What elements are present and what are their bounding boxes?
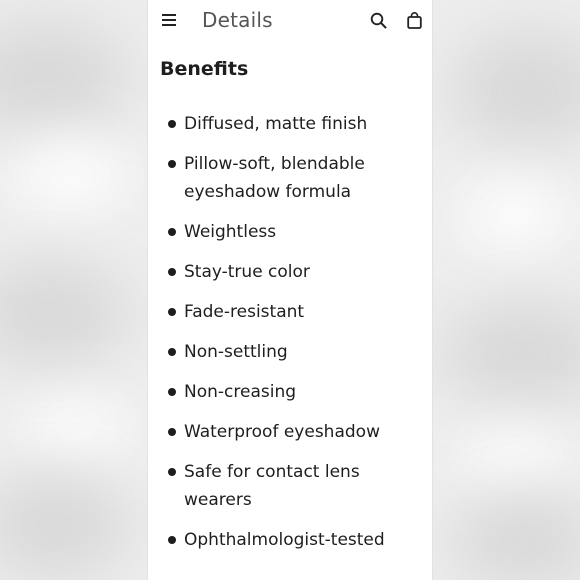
list-item: Weightless: [164, 218, 424, 246]
bullet-icon: [168, 228, 176, 236]
list-item-label: Diffused, matte finish: [184, 114, 368, 134]
section-title: Benefits: [160, 58, 249, 80]
benefits-list: Diffused, matte finish Pillow-soft, blend…: [164, 110, 424, 566]
list-item: Non-settling: [164, 338, 424, 366]
bullet-icon: [168, 388, 176, 396]
list-item: Ophthalmologist-tested: [164, 526, 424, 554]
blurred-background: Details Benefits Diffused, matte finish P…: [0, 0, 580, 580]
list-item-label: Non-settling: [184, 342, 288, 362]
list-item-label: Waterproof eyeshadow: [184, 422, 380, 442]
bullet-icon: [168, 428, 176, 436]
search-icon[interactable]: [370, 12, 387, 29]
list-item-label: Ophthalmologist-tested: [184, 530, 385, 550]
bullet-icon: [168, 308, 176, 316]
list-item: Pillow-soft, blendable eyeshadow formula: [164, 150, 424, 206]
bullet-icon: [168, 536, 176, 544]
details-panel: Details Benefits Diffused, matte finish P…: [147, 0, 433, 580]
list-item-label: Stay-true color: [184, 262, 310, 282]
list-item: Stay-true color: [164, 258, 424, 286]
top-bar: Details: [148, 0, 432, 44]
page-title: Details: [202, 8, 273, 32]
list-item-label: Pillow-soft, blendable eyeshadow formula: [184, 154, 365, 202]
bullet-icon: [168, 268, 176, 276]
list-item-label: Safe for contact lens wearers: [184, 462, 360, 510]
list-item-label: Fade-resistant: [184, 302, 305, 322]
bullet-icon: [168, 120, 176, 128]
list-item: Diffused, matte finish: [164, 110, 424, 138]
bullet-icon: [168, 348, 176, 356]
bullet-icon: [168, 160, 176, 168]
list-item-label: Non-creasing: [184, 382, 297, 402]
hamburger-menu-icon[interactable]: [162, 14, 176, 27]
list-item-label: Weightless: [184, 222, 277, 242]
shopping-bag-icon[interactable]: [407, 12, 422, 29]
list-item: Safe for contact lens wearers: [164, 458, 424, 514]
list-item: Fade-resistant: [164, 298, 424, 326]
list-item: Non-creasing: [164, 378, 424, 406]
list-item: Waterproof eyeshadow: [164, 418, 424, 446]
bullet-icon: [168, 468, 176, 476]
